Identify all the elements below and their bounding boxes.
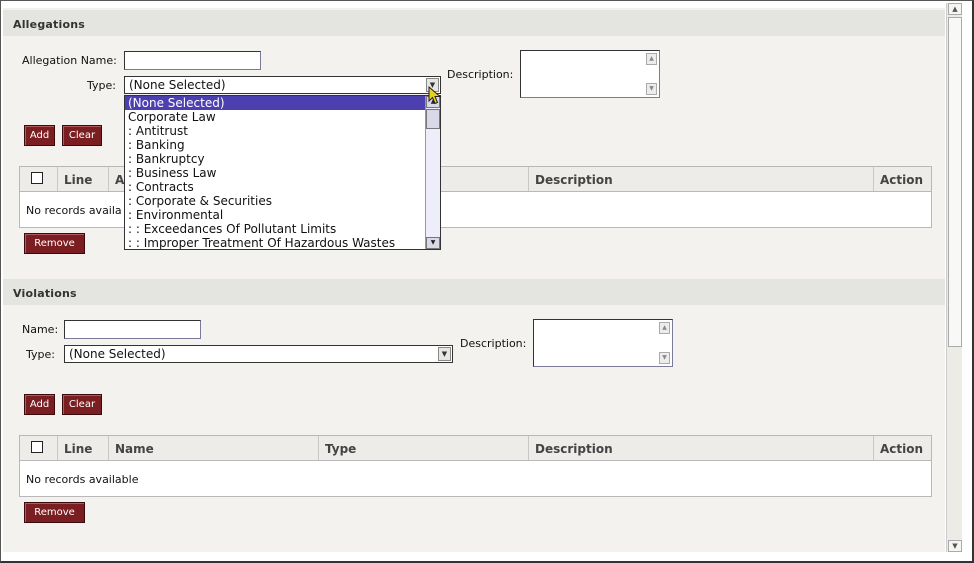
- scroll-down-icon[interactable]: ▼: [426, 237, 440, 249]
- page-scrollbar[interactable]: ▲ ▼: [946, 3, 962, 552]
- violation-clear-button[interactable]: Clear: [62, 394, 102, 415]
- col-name[interactable]: Name: [109, 436, 319, 460]
- allegation-name-label: Allegation Name:: [22, 54, 117, 67]
- allegations-section-title: Allegations: [3, 10, 945, 36]
- scrollbar-thumb[interactable]: [948, 17, 962, 347]
- violations-table-header: Line Name Type Description Action: [20, 436, 931, 461]
- col-action[interactable]: Action: [874, 436, 931, 460]
- col-description[interactable]: Description: [529, 167, 874, 191]
- dropdown-option[interactable]: (None Selected): [125, 96, 440, 110]
- allegation-name-input[interactable]: [124, 51, 261, 70]
- dropdown-option[interactable]: Corporate Law: [125, 110, 440, 124]
- select-all-cell: [20, 436, 58, 460]
- dropdown-scrollbar[interactable]: ▲ ▼: [425, 96, 440, 249]
- scroll-down-icon[interactable]: ▼: [948, 540, 962, 552]
- dropdown-option[interactable]: : Corporate & Securities: [125, 194, 440, 208]
- dropdown-option[interactable]: : Environmental: [125, 208, 440, 222]
- scroll-down-icon[interactable]: ▼: [659, 352, 670, 364]
- violation-type-select[interactable]: (None Selected) ▼: [64, 345, 453, 363]
- scroll-up-icon[interactable]: ▲: [948, 3, 962, 15]
- col-line[interactable]: Line: [58, 436, 109, 460]
- dropdown-option[interactable]: : Bankruptcy: [125, 152, 440, 166]
- col-type[interactable]: Type: [319, 436, 529, 460]
- allegation-remove-button[interactable]: Remove: [24, 233, 85, 254]
- allegation-description-label: Description:: [447, 68, 514, 81]
- dropdown-option[interactable]: : : Exceedances Of Pollutant Limits: [125, 222, 440, 236]
- violation-name-label: Name:: [22, 323, 59, 336]
- allegations-empty-message: No records availa: [26, 204, 122, 217]
- violation-add-button[interactable]: Add: [24, 394, 55, 415]
- col-line[interactable]: Line: [58, 167, 109, 191]
- allegation-type-dropdown-list[interactable]: (None Selected) Corporate Law: Antitrust:…: [124, 95, 441, 250]
- dropdown-option[interactable]: : Contracts: [125, 180, 440, 194]
- mouse-pointer-icon: [428, 86, 442, 105]
- col-description[interactable]: Description: [529, 436, 874, 460]
- violations-empty-message: No records available: [26, 473, 139, 486]
- violation-name-input[interactable]: [64, 320, 201, 339]
- violation-description-label: Description:: [460, 337, 527, 350]
- allegation-type-select[interactable]: (None Selected) ▼: [124, 76, 441, 94]
- violation-description-input[interactable]: ▲ ▼: [533, 319, 673, 367]
- allegation-clear-button[interactable]: Clear: [62, 125, 102, 146]
- allegation-description-input[interactable]: ▲ ▼: [520, 50, 660, 98]
- violations-table: Line Name Type Description Action No rec…: [19, 435, 932, 497]
- dropdown-options: (None Selected) Corporate Law: Antitrust:…: [125, 96, 440, 249]
- scroll-down-icon[interactable]: ▼: [646, 83, 657, 95]
- dropdown-scrollbar-thumb[interactable]: [426, 109, 440, 129]
- dropdown-option[interactable]: : Business Law: [125, 166, 440, 180]
- dropdown-option[interactable]: : Antitrust: [125, 124, 440, 138]
- violation-type-selected: (None Selected): [69, 347, 166, 361]
- allegation-type-label: Type:: [87, 79, 116, 92]
- dropdown-option[interactable]: : Banking: [125, 138, 440, 152]
- scroll-up-icon[interactable]: ▲: [659, 322, 670, 334]
- violations-section-title: Violations: [3, 279, 945, 305]
- violation-remove-button[interactable]: Remove: [24, 502, 85, 523]
- checkbox-icon[interactable]: [31, 441, 43, 453]
- dropdown-option[interactable]: : : Improper Treatment Of Hazardous Wast…: [125, 236, 440, 249]
- col-action[interactable]: Action: [874, 167, 931, 191]
- scroll-up-icon[interactable]: ▲: [646, 53, 657, 65]
- select-all-cell: [20, 167, 58, 191]
- allegation-type-selected: (None Selected): [129, 78, 226, 92]
- violation-type-label: Type:: [26, 348, 55, 361]
- checkbox-icon[interactable]: [31, 172, 43, 184]
- allegation-add-button[interactable]: Add: [24, 125, 55, 146]
- chevron-down-icon[interactable]: ▼: [438, 347, 451, 361]
